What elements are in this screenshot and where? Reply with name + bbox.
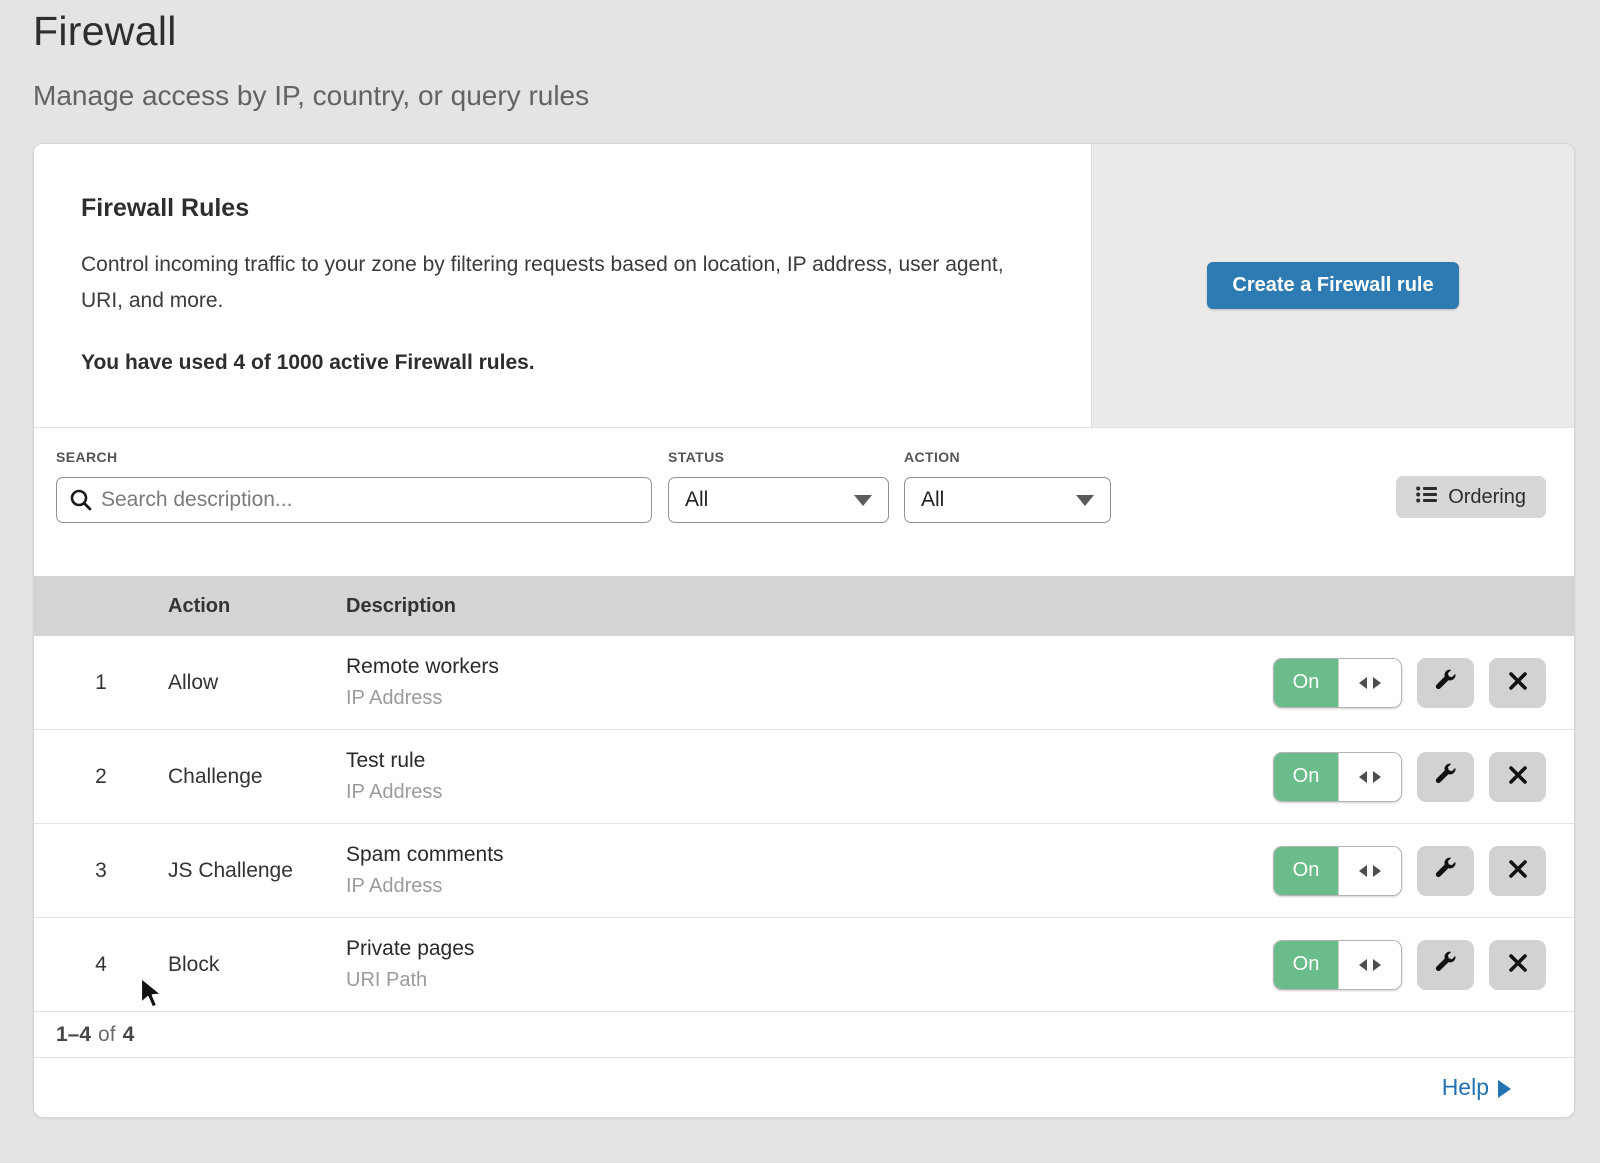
table-header: Action Description (34, 576, 1574, 636)
search-label: SEARCH (56, 449, 652, 465)
close-icon (1508, 765, 1528, 788)
create-firewall-rule-button[interactable]: Create a Firewall rule (1207, 262, 1458, 309)
status-select[interactable]: All (668, 477, 889, 523)
overview-heading: Firewall Rules (81, 194, 1031, 223)
ordered-list-icon (1416, 486, 1437, 509)
rule-controls: On (1273, 658, 1574, 708)
close-icon (1508, 953, 1528, 976)
action-filter-group: ACTION All (904, 449, 1111, 576)
search-group: SEARCH (56, 449, 652, 576)
page-header: Firewall Manage access by IP, country, o… (0, 0, 1600, 112)
rule-description-title: Private pages (346, 937, 474, 961)
status-label: STATUS (668, 449, 889, 465)
delete-rule-button[interactable] (1489, 752, 1546, 802)
rule-description-title: Test rule (346, 749, 442, 773)
rule-controls: On (1273, 752, 1574, 802)
table-row: 3 JS Challenge Spam comments IP Address … (34, 824, 1574, 918)
firewall-rules-card: Firewall Rules Control incoming traffic … (33, 143, 1575, 1118)
pagination-of: of (98, 1023, 116, 1047)
ordering-button-label: Ordering (1448, 486, 1526, 509)
rule-match-type: URI Path (346, 969, 474, 992)
rule-action: Challenge (168, 765, 346, 789)
pagination: 1–4 of 4 (34, 1012, 1574, 1057)
toggle-on-label: On (1274, 941, 1338, 989)
rule-description: Remote workers IP Address (346, 655, 499, 710)
usage-note: You have used 4 of 1000 active Firewall … (81, 351, 1031, 375)
wrench-icon (1434, 669, 1458, 696)
overview-description: Control incoming traffic to your zone by… (81, 247, 1031, 319)
search-icon (69, 488, 93, 512)
page-title: Firewall (33, 8, 1600, 55)
filters-bar: SEARCH STATUS All ACTION All (34, 428, 1574, 576)
action-label: ACTION (904, 449, 1111, 465)
close-icon (1508, 671, 1528, 694)
page-subtitle: Manage access by IP, country, or query r… (33, 80, 1600, 112)
overview-text-panel: Firewall Rules Control incoming traffic … (34, 144, 1091, 427)
rule-action: Allow (168, 671, 346, 695)
delete-rule-button[interactable] (1489, 846, 1546, 896)
wrench-icon (1434, 857, 1458, 884)
rule-enabled-toggle[interactable]: On (1273, 658, 1402, 708)
rule-priority: 1 (34, 671, 168, 695)
action-selected-value: All (921, 488, 944, 512)
action-select[interactable]: All (904, 477, 1111, 523)
rule-description-title: Remote workers (346, 655, 499, 679)
help-link[interactable]: Help (1442, 1074, 1511, 1101)
edit-rule-button[interactable] (1417, 658, 1474, 708)
wrench-icon (1434, 763, 1458, 790)
arrow-right-icon (1498, 1080, 1511, 1098)
toggle-on-label: On (1274, 847, 1338, 895)
help-link-label: Help (1442, 1074, 1489, 1101)
pagination-total: 4 (123, 1023, 135, 1047)
toggle-arrows-icon (1338, 659, 1401, 707)
card-footer: Help (34, 1057, 1574, 1117)
rule-match-type: IP Address (346, 781, 442, 804)
rule-match-type: IP Address (346, 875, 504, 898)
rule-controls: On (1273, 846, 1574, 896)
rule-match-type: IP Address (346, 687, 499, 710)
toggle-on-label: On (1274, 659, 1338, 707)
rule-controls: On (1273, 940, 1574, 990)
rule-priority: 2 (34, 765, 168, 789)
create-rule-panel: Create a Firewall rule (1091, 144, 1574, 427)
edit-rule-button[interactable] (1417, 940, 1474, 990)
delete-rule-button[interactable] (1489, 658, 1546, 708)
toggle-arrows-icon (1338, 753, 1401, 801)
overview-section: Firewall Rules Control incoming traffic … (34, 144, 1574, 428)
rule-description: Spam comments IP Address (346, 843, 504, 898)
status-selected-value: All (685, 488, 708, 512)
edit-rule-button[interactable] (1417, 846, 1474, 896)
ordering-button[interactable]: Ordering (1396, 476, 1546, 518)
table-row: 2 Challenge Test rule IP Address On (34, 730, 1574, 824)
table-row: 4 Block Private pages URI Path On (34, 918, 1574, 1012)
chevron-down-icon (854, 495, 872, 506)
close-icon (1508, 859, 1528, 882)
rule-enabled-toggle[interactable]: On (1273, 940, 1402, 990)
wrench-icon (1434, 951, 1458, 978)
toggle-arrows-icon (1338, 941, 1401, 989)
search-wrap (56, 477, 652, 523)
rule-priority: 3 (34, 859, 168, 883)
pagination-range: 1–4 (56, 1023, 91, 1047)
column-description: Description (346, 595, 456, 618)
delete-rule-button[interactable] (1489, 940, 1546, 990)
table-row: 1 Allow Remote workers IP Address On (34, 636, 1574, 730)
chevron-down-icon (1076, 495, 1094, 506)
rule-description: Test rule IP Address (346, 749, 442, 804)
rule-enabled-toggle[interactable]: On (1273, 846, 1402, 896)
rule-enabled-toggle[interactable]: On (1273, 752, 1402, 802)
rule-priority: 4 (34, 953, 168, 977)
toggle-on-label: On (1274, 753, 1338, 801)
rule-description-title: Spam comments (346, 843, 504, 867)
edit-rule-button[interactable] (1417, 752, 1474, 802)
search-input[interactable] (56, 477, 652, 523)
rule-action: JS Challenge (168, 859, 346, 883)
toggle-arrows-icon (1338, 847, 1401, 895)
rule-description: Private pages URI Path (346, 937, 474, 992)
rule-action: Block (168, 953, 346, 977)
status-filter-group: STATUS All (668, 449, 889, 576)
column-action: Action (168, 595, 346, 618)
